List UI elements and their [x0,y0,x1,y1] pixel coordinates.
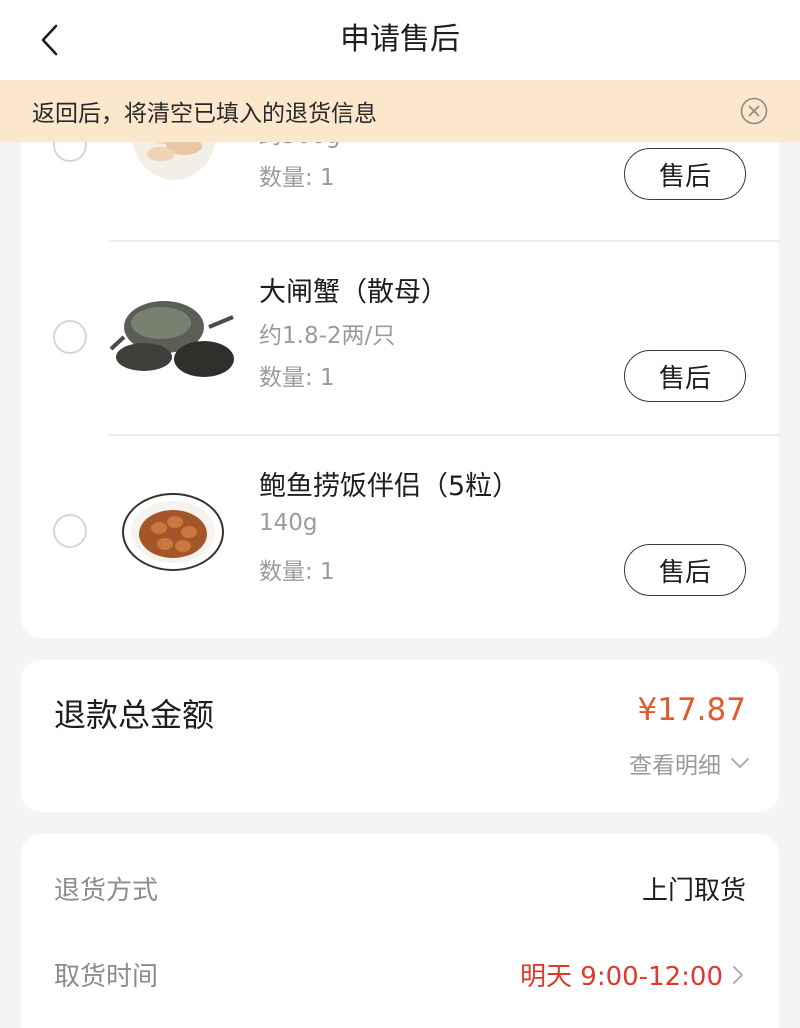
return-method-value: 上门取货 [641,876,746,906]
view-detail-label: 查看明细 [629,753,721,779]
list-item: 鲍鱼捞饭伴侣（5粒） 140g 数量: 1 售后 [21,434,779,628]
page-title: 申请售后 [340,22,460,57]
chevron-right-icon [733,965,743,984]
select-radio[interactable] [53,320,87,354]
pickup-time-label: 取货时间 [54,962,159,992]
item-spec: 140g [259,510,318,536]
item-quantity: 数量: 1 [259,365,335,391]
notice-banner: 返回后，将清空已填入的退货信息 [0,80,800,142]
item-title: 鲍鱼捞饭伴侣（5粒） [259,471,520,502]
return-info-card: 退货方式 上门取货 取货时间 明天 9:00-12:00 [21,834,779,1028]
chevron-down-icon [731,758,749,768]
refund-amount: ¥17.87 [637,692,746,728]
item-title: 大闸蟹（散母） [259,277,448,308]
item-quantity: 数量: 1 [259,165,335,191]
select-radio[interactable] [53,514,87,548]
list-item: 大闸蟹（散母） 约1.8-2两/只 数量: 1 售后 [21,240,779,434]
refund-total-label: 退款总金额 [54,696,215,734]
notice-text: 返回后，将清空已填入的退货信息 [32,101,377,127]
after-sale-button[interactable]: 售后 [624,350,746,402]
product-thumbnail [122,493,224,571]
close-icon[interactable] [740,97,768,125]
nav-bar: 申请售后 [0,0,800,80]
divider [109,434,779,436]
view-detail-link[interactable]: 查看明细 [629,746,751,780]
product-list-card: 约500g 数量: 1 售后 大闸蟹（散母） 约1.8-2两/只 数量: 1 售… [21,100,779,638]
return-method-label: 退货方式 [54,876,159,906]
item-quantity: 数量: 1 [259,559,335,585]
divider [109,240,779,242]
item-spec: 约1.8-2两/只 [259,323,396,349]
refund-card: 退款总金额 ¥17.87 查看明细 [21,660,779,812]
after-sale-button[interactable]: 售后 [624,148,746,200]
pickup-time-selector[interactable]: 明天 9:00-12:00 [520,956,745,993]
pickup-time-value: 明天 9:00-12:00 [520,962,723,992]
after-sale-button[interactable]: 售后 [624,544,746,596]
product-thumbnail [109,287,239,387]
